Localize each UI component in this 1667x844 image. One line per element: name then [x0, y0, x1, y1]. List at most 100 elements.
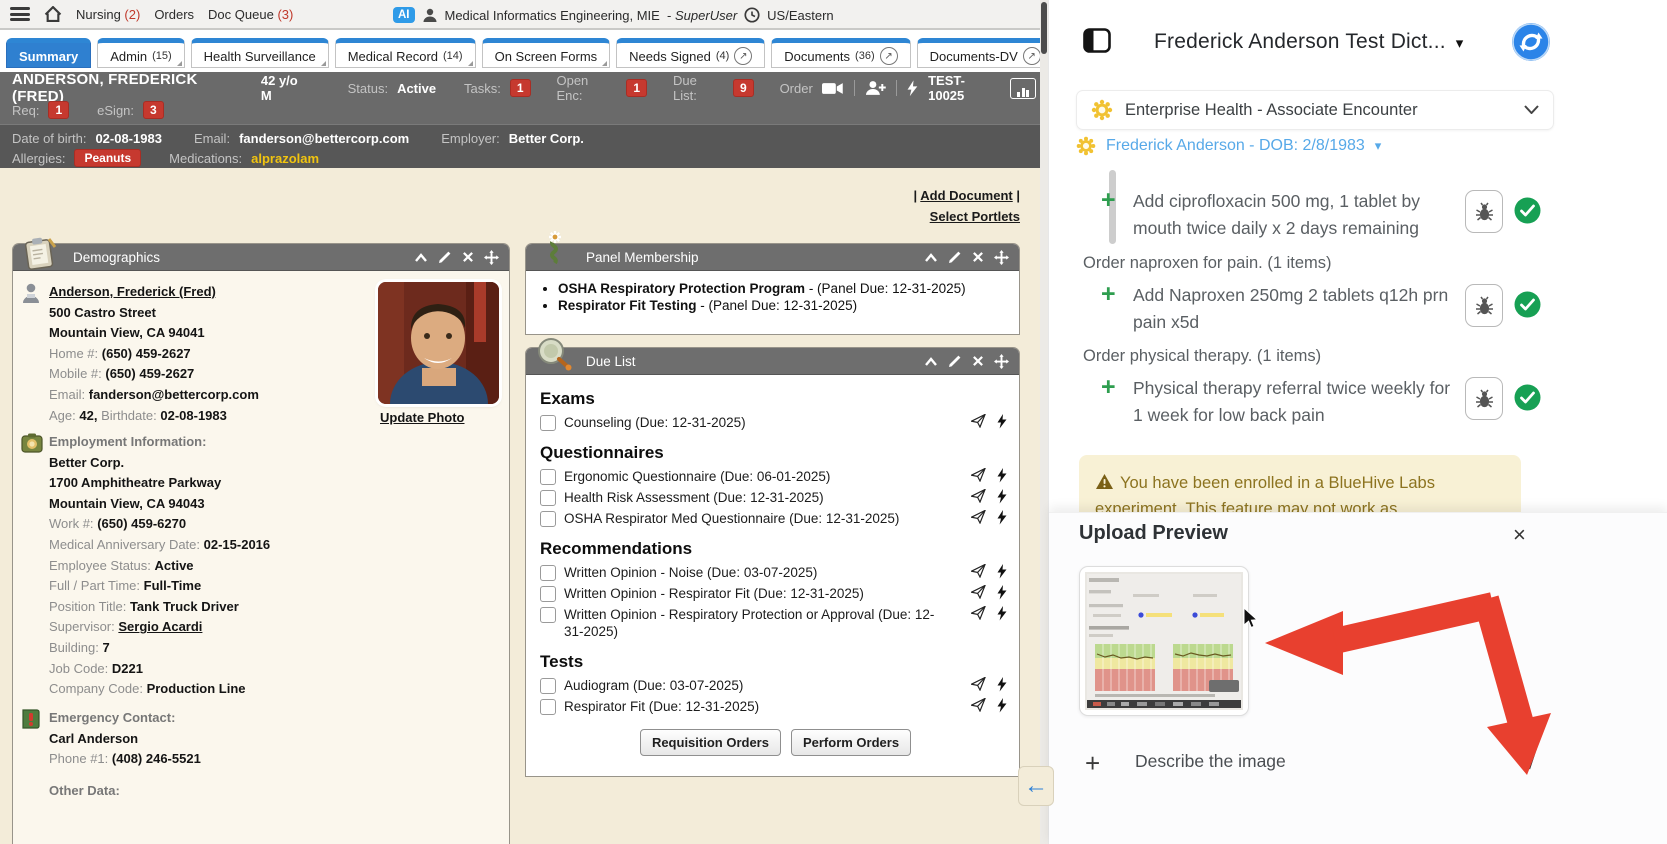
tab-medical-record[interactable]: Medical Record(14) [335, 38, 476, 68]
select-portlets-link[interactable]: Select Portlets [930, 209, 1020, 224]
demographics-header[interactable]: Demographics [13, 244, 509, 271]
upload-thumbnail[interactable] [1079, 566, 1249, 716]
panel-membership-header[interactable]: Panel Membership [526, 244, 1019, 271]
due-item-checkbox[interactable] [540, 511, 556, 527]
esign-count-badge[interactable]: 3 [143, 101, 164, 119]
send-icon[interactable] [971, 585, 986, 599]
send-icon[interactable] [971, 677, 986, 691]
nav-nursing[interactable]: Nursing (2) [76, 7, 140, 22]
lightning-icon[interactable] [997, 564, 1007, 579]
demographics-portlet: Demographics Anderson, Frederick (Fred) … [12, 243, 510, 844]
update-photo-link[interactable]: Update Photo [380, 410, 465, 425]
home-icon[interactable] [44, 6, 62, 22]
external-link-icon[interactable]: ↗ [734, 47, 752, 65]
collapse-icon[interactable] [924, 356, 938, 367]
lightning-icon[interactable] [997, 698, 1007, 713]
chart-stats-icon[interactable] [1010, 78, 1036, 99]
order-link[interactable]: Order [780, 81, 813, 96]
due-item-checkbox[interactable] [540, 469, 556, 485]
send-icon[interactable] [971, 510, 986, 524]
perform-orders-button[interactable]: Perform Orders [791, 729, 911, 756]
close-icon[interactable] [972, 251, 984, 263]
add-document-link[interactable]: Add Document [920, 188, 1012, 203]
lightning-icon[interactable] [997, 489, 1007, 504]
due-item-checkbox[interactable] [540, 565, 556, 581]
nav-orders[interactable]: Orders [154, 7, 194, 22]
due-list-header[interactable]: Due List [526, 348, 1019, 375]
send-icon[interactable] [971, 564, 986, 578]
send-icon[interactable] [971, 698, 986, 712]
due-item-checkbox[interactable] [540, 607, 556, 623]
supervisor-link[interactable]: Sergio Acardi [118, 619, 202, 634]
due-item-checkbox[interactable] [540, 490, 556, 506]
add-user-icon[interactable] [865, 80, 887, 96]
due-item-checkbox[interactable] [540, 699, 556, 715]
lightning-icon[interactable] [997, 468, 1007, 483]
order-text: Add ciprofloxacin 500 mg, 1 tablet by mo… [1133, 188, 1451, 242]
debug-order-button[interactable] [1465, 377, 1503, 420]
tasks-count-badge[interactable]: 1 [510, 79, 531, 97]
debug-order-button[interactable] [1465, 284, 1503, 327]
move-icon[interactable] [994, 250, 1009, 265]
encounter-selector[interactable]: Enterprise Health - Associate Encounter [1076, 90, 1554, 130]
close-icon[interactable]: × [1513, 525, 1526, 545]
send-icon[interactable] [971, 489, 986, 503]
tab-admin[interactable]: Admin(15) [97, 38, 184, 68]
add-order-icon: + [1101, 282, 1133, 307]
hamburger-icon[interactable] [10, 7, 30, 21]
paper-plane-send-icon[interactable] [1514, 748, 1538, 776]
close-icon[interactable] [462, 251, 474, 263]
due-item-checkbox[interactable] [540, 586, 556, 602]
tab-summary[interactable]: Summary [6, 38, 91, 68]
lightning-icon[interactable] [907, 80, 918, 97]
external-link-icon[interactable]: ↗ [1023, 47, 1041, 65]
due-item-checkbox[interactable] [540, 678, 556, 694]
tab-documents[interactable]: Documents(36)↗ [771, 38, 910, 68]
open-enc-count-badge[interactable]: 1 [626, 79, 647, 97]
move-icon[interactable] [994, 354, 1009, 369]
collapse-panel-button[interactable]: ← [1018, 766, 1054, 806]
send-icon[interactable] [971, 606, 986, 620]
ai-badge[interactable]: AI [393, 7, 415, 23]
portlet-title: Due List [586, 354, 636, 369]
close-icon[interactable] [972, 355, 984, 367]
nav-doc-queue[interactable]: Doc Queue (3) [208, 7, 293, 22]
debug-order-button[interactable] [1465, 190, 1503, 233]
patient-name-link[interactable]: Anderson, Frederick (Fred) [49, 284, 216, 299]
tab-needs-signed[interactable]: Needs Signed(4)↗ [616, 38, 765, 68]
collapse-icon[interactable] [924, 252, 938, 263]
tab-on-screen-forms[interactable]: On Screen Forms [482, 38, 611, 68]
lightning-icon[interactable] [997, 414, 1007, 429]
requisition-orders-button[interactable]: Requisition Orders [640, 729, 781, 756]
collapse-icon[interactable] [414, 252, 428, 263]
req-count-badge[interactable]: 1 [48, 101, 69, 119]
edit-icon[interactable] [948, 250, 962, 264]
send-icon[interactable] [971, 414, 986, 428]
medications-value[interactable]: alprazolam [251, 151, 319, 166]
attach-icon[interactable]: + [1085, 750, 1100, 776]
sync-logo[interactable] [1511, 22, 1551, 67]
lightning-icon[interactable] [997, 606, 1007, 621]
edit-icon[interactable] [948, 354, 962, 368]
sidebar-toggle-icon[interactable] [1083, 28, 1111, 58]
tab-health-surveillance[interactable]: Health Surveillance [191, 38, 329, 68]
lightning-icon[interactable] [997, 510, 1007, 525]
main-scrollbar[interactable] [1040, 0, 1048, 844]
dictation-title[interactable]: Frederick Anderson Test Dict...▾ [1154, 30, 1464, 54]
tab-documents-dv[interactable]: Documents-DV↗ [917, 38, 1054, 68]
lightning-icon[interactable] [997, 677, 1007, 692]
due-item-checkbox[interactable] [540, 415, 556, 431]
timezone-label[interactable]: US/Eastern [767, 8, 833, 23]
allergy-badge[interactable]: Peanuts [74, 149, 141, 167]
move-icon[interactable] [484, 250, 499, 265]
main-scrollbar-thumb[interactable] [1041, 2, 1047, 54]
due-list-count-badge[interactable]: 9 [733, 79, 754, 97]
edit-icon[interactable] [438, 250, 452, 264]
patient-selector[interactable]: Frederick Anderson - DOB: 2/8/1983 ▾ [1076, 136, 1381, 156]
external-link-icon[interactable]: ↗ [880, 47, 898, 65]
employer-value: Better Corp. [509, 131, 584, 146]
video-camera-icon[interactable] [822, 82, 844, 95]
describe-image-input[interactable] [1133, 750, 1467, 773]
lightning-icon[interactable] [997, 585, 1007, 600]
send-icon[interactable] [971, 468, 986, 482]
